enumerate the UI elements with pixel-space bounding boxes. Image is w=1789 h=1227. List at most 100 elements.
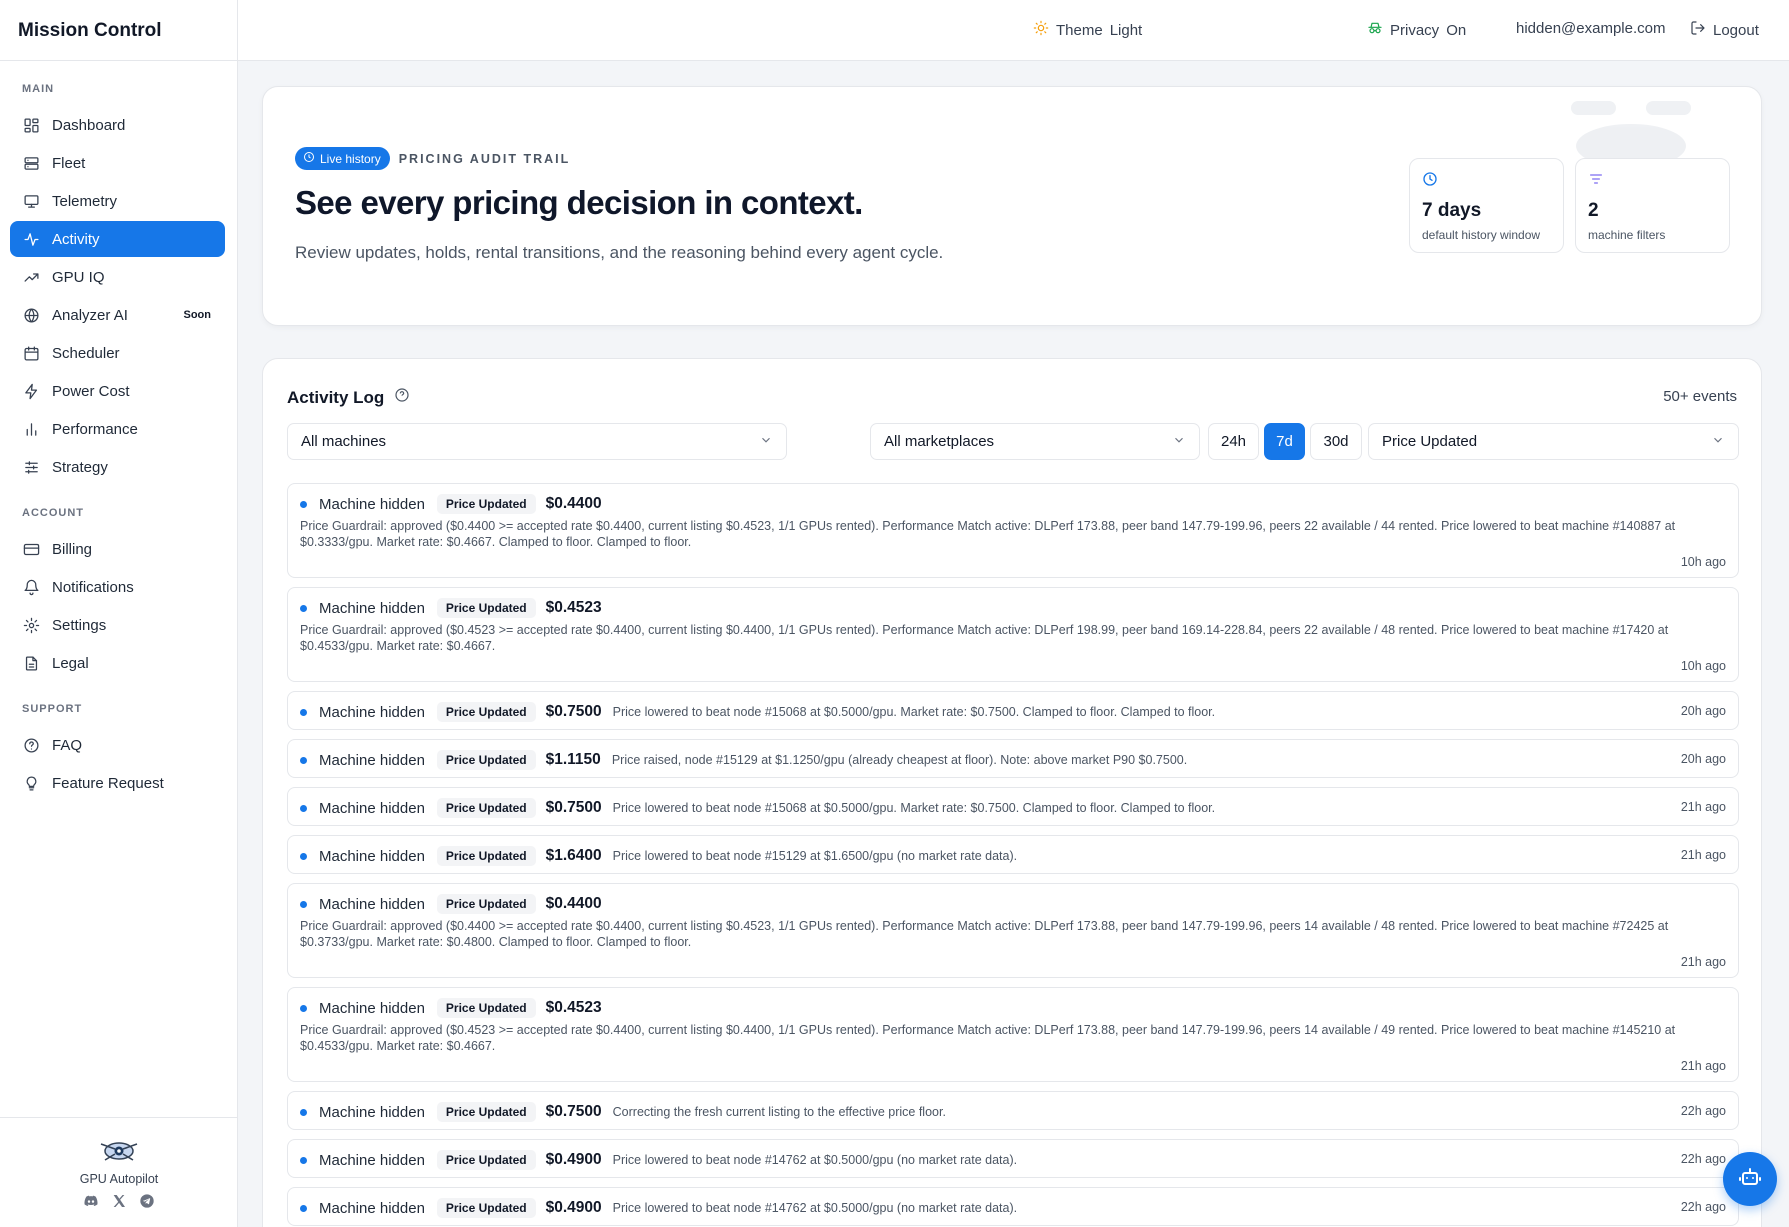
sidebar-item-legal[interactable]: Legal bbox=[10, 645, 225, 681]
activity-event-row[interactable]: Machine hidden Price Updated $0.7500 Price … bbox=[287, 787, 1739, 826]
event-machine: Machine hidden bbox=[319, 1151, 425, 1169]
sidebar-item-telemetry[interactable]: Telemetry bbox=[10, 183, 225, 219]
event-machine: Machine hidden bbox=[319, 1103, 425, 1121]
activity-event-row[interactable]: Machine hidden Price Updated $0.4523 Price … bbox=[287, 987, 1739, 1082]
sidebar-item-label: Performance bbox=[52, 420, 138, 438]
activity-event-row[interactable]: Machine hidden Price Updated $1.1150 Price … bbox=[287, 739, 1739, 778]
telegram-icon[interactable] bbox=[139, 1193, 155, 1214]
event-header: Machine hidden Price Updated $0.7500 Correc… bbox=[300, 1102, 946, 1122]
logout-button[interactable]: Logout bbox=[1690, 20, 1759, 40]
event-type-filter-select[interactable]: Price Updated bbox=[1368, 423, 1739, 460]
sidebar-item-performance[interactable]: Performance bbox=[10, 411, 225, 447]
credit-card-icon bbox=[22, 540, 40, 558]
event-price: $0.7500 bbox=[545, 703, 602, 720]
status-dot-icon bbox=[300, 1108, 307, 1116]
gear-icon bbox=[22, 616, 40, 634]
sidebar-item-label: Fleet bbox=[52, 154, 86, 172]
chevron-down-icon bbox=[1711, 433, 1725, 451]
x-twitter-icon[interactable] bbox=[111, 1193, 127, 1214]
event-reason: Price raised, node #15129 at $1.1250/gpu… bbox=[611, 753, 1188, 767]
machine-filter-select[interactable]: All machines bbox=[287, 423, 787, 460]
status-dot-icon bbox=[300, 500, 307, 508]
event-type-filter-value: Price Updated bbox=[1382, 433, 1478, 450]
sidebar-item-billing[interactable]: Billing bbox=[10, 531, 225, 567]
sidebar-item-label: Feature Request bbox=[52, 774, 164, 792]
event-time: 21h ago bbox=[1680, 955, 1726, 969]
event-reason: Price Guardrail: approved ($0.4400 >= ac… bbox=[300, 919, 1669, 949]
privacy-toggle[interactable]: Privacy On bbox=[1367, 20, 1466, 40]
event-time: 22h ago bbox=[1680, 1104, 1726, 1118]
robot-icon bbox=[1738, 1165, 1762, 1194]
sidebar-item-label: Notifications bbox=[52, 578, 134, 596]
event-type-badge: Price Updated bbox=[436, 1102, 536, 1122]
soon-badge: Soon bbox=[183, 309, 212, 321]
event-reason: Price Guardrail: approved ($0.4400 >= ac… bbox=[300, 519, 1676, 549]
help-icon[interactable] bbox=[394, 387, 410, 408]
globe-icon bbox=[22, 306, 40, 324]
status-dot-icon bbox=[300, 1204, 307, 1212]
sliders-icon bbox=[22, 458, 40, 476]
sidebar-item-dashboard[interactable]: Dashboard bbox=[10, 107, 225, 143]
activity-event-row[interactable]: Machine hidden Price Updated $0.4523 Price … bbox=[287, 587, 1739, 682]
event-time: 21h ago bbox=[1680, 800, 1726, 814]
live-history-badge: Live history bbox=[295, 147, 390, 170]
event-type-badge: Price Updated bbox=[436, 798, 536, 818]
sidebar-item-settings[interactable]: Settings bbox=[10, 607, 225, 643]
activity-event-row[interactable]: Machine hidden Price Updated $0.7500 Correc… bbox=[287, 1091, 1739, 1130]
status-dot-icon bbox=[300, 604, 307, 612]
discord-icon[interactable] bbox=[83, 1193, 99, 1214]
hero-card: Live history PRICING AUDIT TRAIL See eve… bbox=[262, 86, 1762, 326]
nav-section-heading: MAIN bbox=[22, 83, 55, 95]
event-price: $0.7500 bbox=[545, 799, 602, 816]
sidebar-item-notifications[interactable]: Notifications bbox=[10, 569, 225, 605]
stat-label: machine filters bbox=[1588, 228, 1666, 242]
event-machine: Machine hidden bbox=[319, 703, 425, 721]
event-price: $0.4900 bbox=[545, 1151, 602, 1168]
range-24h-button[interactable]: 24h bbox=[1208, 423, 1259, 460]
stat-value: 7 days bbox=[1422, 200, 1482, 221]
sidebar-item-fleet[interactable]: Fleet bbox=[10, 145, 225, 181]
activity-event-row[interactable]: Machine hidden Price Updated $0.4900 Price … bbox=[287, 1187, 1739, 1226]
sidebar-item-label: Activity bbox=[52, 230, 100, 248]
sidebar-item-analyzer-ai[interactable]: Analyzer AI Soon bbox=[10, 297, 225, 333]
status-dot-icon bbox=[300, 1004, 307, 1012]
sidebar-item-strategy[interactable]: Strategy bbox=[10, 449, 225, 485]
theme-toggle[interactable]: Theme Light bbox=[1033, 20, 1142, 40]
event-time: 21h ago bbox=[1680, 1059, 1726, 1073]
server-icon bbox=[22, 154, 40, 172]
event-reason: Price lowered to beat node #14762 at $0.… bbox=[612, 1153, 1018, 1167]
event-time: 10h ago bbox=[1680, 659, 1726, 673]
sidebar-item-gpu-iq[interactable]: GPU IQ bbox=[10, 259, 225, 295]
event-time: 22h ago bbox=[1680, 1200, 1726, 1214]
event-type-badge: Price Updated bbox=[436, 750, 536, 770]
activity-event-row[interactable]: Machine hidden Price Updated $0.7500 Price … bbox=[287, 691, 1739, 730]
status-dot-icon bbox=[300, 804, 307, 812]
marketplace-filter-select[interactable]: All marketplaces bbox=[870, 423, 1200, 460]
event-header: Machine hidden Price Updated $0.4523 bbox=[300, 998, 613, 1018]
hero-subtitle: Review updates, holds, rental transition… bbox=[295, 243, 944, 262]
sidebar-item-power-cost[interactable]: Power Cost bbox=[10, 373, 225, 409]
event-time: 21h ago bbox=[1680, 848, 1726, 862]
sidebar-item-label: Dashboard bbox=[52, 116, 126, 134]
sidebar-item-scheduler[interactable]: Scheduler bbox=[10, 335, 225, 371]
activity-event-row[interactable]: Machine hidden Price Updated $0.4400 Price … bbox=[287, 883, 1739, 978]
nav-section-heading: SUPPORT bbox=[22, 703, 83, 715]
assistant-bot-button[interactable] bbox=[1723, 1152, 1777, 1206]
sidebar-item-feature-request[interactable]: Feature Request bbox=[10, 765, 225, 801]
event-type-badge: Price Updated bbox=[436, 1198, 536, 1218]
range-7d-button[interactable]: 7d bbox=[1264, 423, 1305, 460]
activity-event-row[interactable]: Machine hidden Price Updated $0.4400 Price … bbox=[287, 483, 1739, 578]
event-price: $0.7500 bbox=[545, 1103, 602, 1120]
sidebar-item-activity[interactable]: Activity bbox=[10, 221, 225, 257]
event-header: Machine hidden Price Updated $0.4900 Price … bbox=[300, 1150, 1017, 1170]
marketplace-filter-value: All marketplaces bbox=[884, 433, 995, 450]
stat-history-window: 7 days default history window bbox=[1409, 158, 1564, 253]
sidebar-item-faq[interactable]: FAQ bbox=[10, 727, 225, 763]
range-30d-button[interactable]: 30d bbox=[1310, 423, 1362, 460]
activity-log-card: Activity Log 50+ events All machines All… bbox=[262, 358, 1762, 1227]
activity-event-row[interactable]: Machine hidden Price Updated $1.6400 Price … bbox=[287, 835, 1739, 874]
event-price: $0.4523 bbox=[545, 599, 602, 616]
bell-icon bbox=[22, 578, 40, 596]
sidebar-item-label: FAQ bbox=[52, 736, 83, 754]
activity-event-row[interactable]: Machine hidden Price Updated $0.4900 Price … bbox=[287, 1139, 1739, 1178]
